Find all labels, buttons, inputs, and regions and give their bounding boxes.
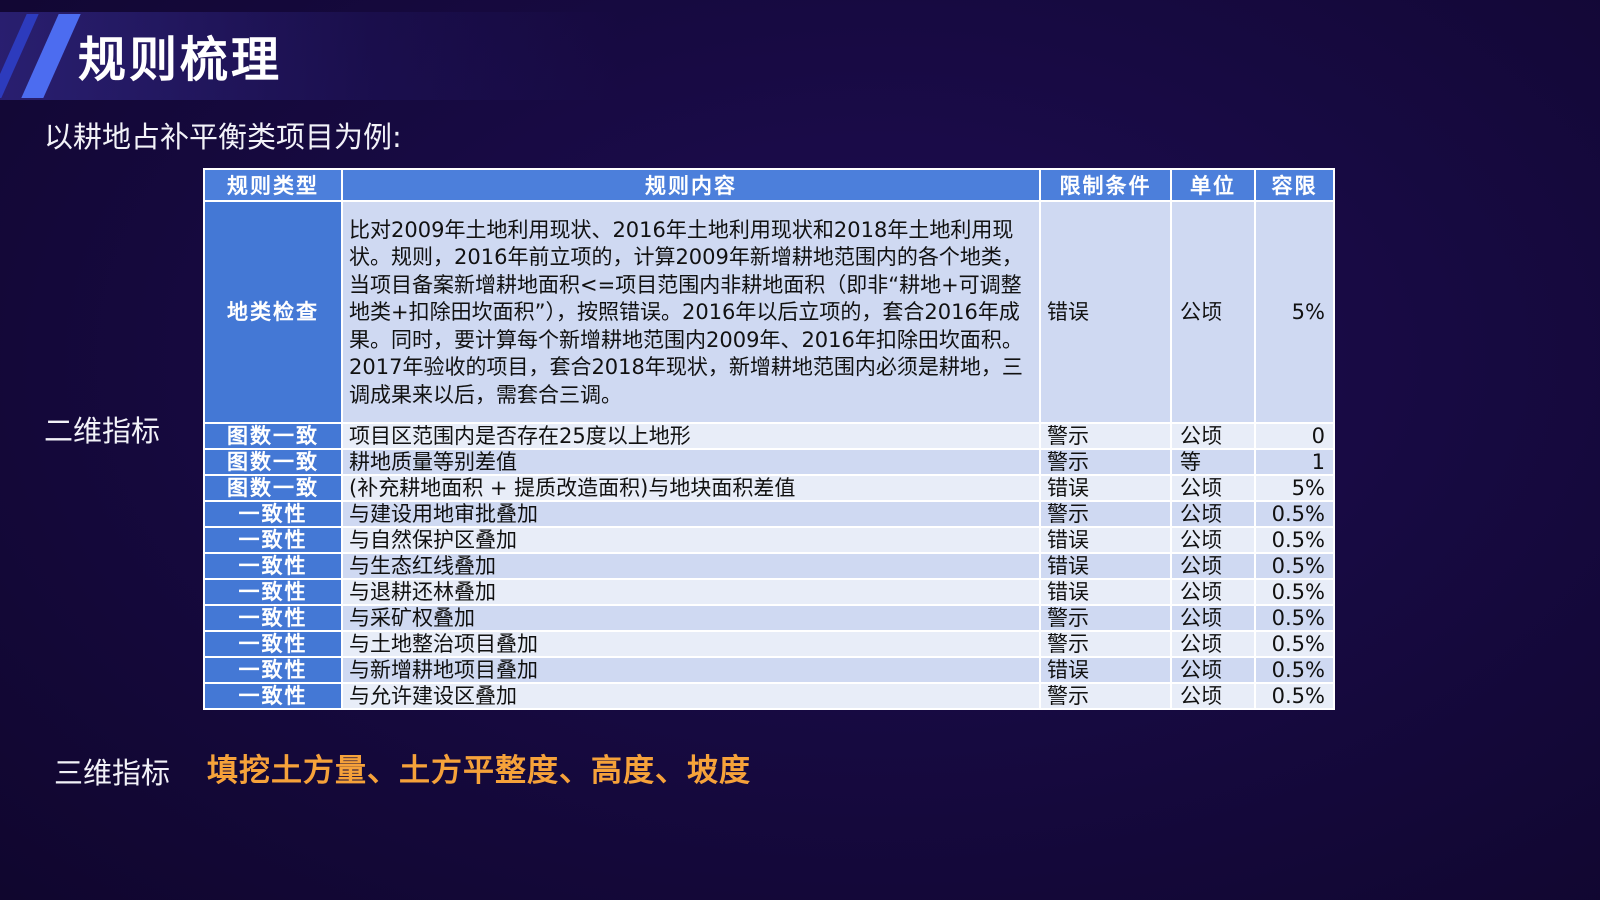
condition-cell: 警示: [1039, 448, 1172, 476]
header-tolerance: 容限: [1254, 168, 1335, 202]
table-header-row: 规则类型 规则内容 限制条件 单位 容限: [203, 168, 1335, 202]
rule-content-cell: 与新增耕地项目叠加: [341, 656, 1041, 684]
tolerance-cell: 0.5%: [1254, 500, 1335, 528]
condition-cell: 错误: [1039, 526, 1172, 554]
two-d-metrics-label: 二维指标: [44, 414, 161, 448]
table-row: 图数一致 项目区范围内是否存在25度以上地形 警示 公顷 0: [203, 422, 1335, 450]
rule-content-cell: (补充耕地面积 + 提质改造面积)与地块面积差值: [341, 474, 1041, 502]
table-row: 一致性 与允许建设区叠加 警示 公顷 0.5%: [203, 682, 1335, 710]
rule-type-cell: 地类检查: [203, 200, 343, 424]
page-title: 规则梳理: [78, 32, 283, 88]
rule-type-cell: 一致性: [203, 630, 343, 658]
condition-cell: 警示: [1039, 422, 1172, 450]
condition-cell: 错误: [1039, 200, 1172, 424]
table-row: 一致性 与采矿权叠加 警示 公顷 0.5%: [203, 604, 1335, 632]
unit-cell: 公顷: [1170, 500, 1256, 528]
rule-content-cell: 与采矿权叠加: [341, 604, 1041, 632]
tolerance-cell: 0.5%: [1254, 604, 1335, 632]
tolerance-cell: 0: [1254, 422, 1335, 450]
table-row: 一致性 与建设用地审批叠加 警示 公顷 0.5%: [203, 500, 1335, 528]
unit-cell: 公顷: [1170, 656, 1256, 684]
rule-type-cell: 图数一致: [203, 474, 343, 502]
table-row: 地类检查 比对2009年土地利用现状、2016年土地利用现状和2018年土地利用…: [203, 200, 1335, 424]
condition-cell: 错误: [1039, 552, 1172, 580]
rules-table: 规则类型 规则内容 限制条件 单位 容限 地类检查 比对2009年土地利用现状、…: [203, 168, 1335, 710]
table-row: 一致性 与退耕还林叠加 错误 公顷 0.5%: [203, 578, 1335, 606]
rule-content-cell: 耕地质量等别差值: [341, 448, 1041, 476]
condition-cell: 错误: [1039, 474, 1172, 502]
condition-cell: 错误: [1039, 656, 1172, 684]
header-rule-type: 规则类型: [203, 168, 343, 202]
rule-type-cell: 图数一致: [203, 422, 343, 450]
tolerance-cell: 0.5%: [1254, 656, 1335, 684]
unit-cell: 公顷: [1170, 422, 1256, 450]
rule-content-cell: 与自然保护区叠加: [341, 526, 1041, 554]
rule-type-cell: 一致性: [203, 552, 343, 580]
condition-cell: 错误: [1039, 578, 1172, 606]
three-d-metrics-list: 填挖土方量、土方平整度、高度、坡度: [207, 753, 751, 789]
table-row: 一致性 与新增耕地项目叠加 错误 公顷 0.5%: [203, 656, 1335, 684]
three-d-metrics-label: 三维指标: [54, 756, 171, 790]
rule-content-cell: 与土地整治项目叠加: [341, 630, 1041, 658]
rule-type-cell: 一致性: [203, 500, 343, 528]
tolerance-cell: 0.5%: [1254, 552, 1335, 580]
tolerance-cell: 0.5%: [1254, 526, 1335, 554]
unit-cell: 公顷: [1170, 200, 1256, 424]
tolerance-cell: 5%: [1254, 200, 1335, 424]
tolerance-cell: 0.5%: [1254, 630, 1335, 658]
unit-cell: 公顷: [1170, 474, 1256, 502]
unit-cell: 公顷: [1170, 630, 1256, 658]
unit-cell: 公顷: [1170, 578, 1256, 606]
tolerance-cell: 0.5%: [1254, 682, 1335, 710]
condition-cell: 警示: [1039, 630, 1172, 658]
table-row: 一致性 与土地整治项目叠加 警示 公顷 0.5%: [203, 630, 1335, 658]
header-condition: 限制条件: [1039, 168, 1172, 202]
condition-cell: 警示: [1039, 500, 1172, 528]
rule-type-cell: 一致性: [203, 604, 343, 632]
rule-type-cell: 一致性: [203, 578, 343, 606]
tolerance-cell: 1: [1254, 448, 1335, 476]
table-row: 图数一致 (补充耕地面积 + 提质改造面积)与地块面积差值 错误 公顷 5%: [203, 474, 1335, 502]
subtitle: 以耕地占补平衡类项目为例:: [44, 120, 402, 154]
header-rule-content: 规则内容: [341, 168, 1041, 202]
rule-type-cell: 一致性: [203, 526, 343, 554]
unit-cell: 等: [1170, 448, 1256, 476]
rule-type-cell: 一致性: [203, 656, 343, 684]
rule-content-cell: 项目区范围内是否存在25度以上地形: [341, 422, 1041, 450]
table-row: 一致性 与生态红线叠加 错误 公顷 0.5%: [203, 552, 1335, 580]
header-unit: 单位: [1170, 168, 1256, 202]
table-row: 一致性 与自然保护区叠加 错误 公顷 0.5%: [203, 526, 1335, 554]
unit-cell: 公顷: [1170, 682, 1256, 710]
rule-content-cell: 与退耕还林叠加: [341, 578, 1041, 606]
unit-cell: 公顷: [1170, 552, 1256, 580]
rule-content-cell: 与建设用地审批叠加: [341, 500, 1041, 528]
rule-type-cell: 一致性: [203, 682, 343, 710]
tolerance-cell: 5%: [1254, 474, 1335, 502]
table-row: 图数一致 耕地质量等别差值 警示 等 1: [203, 448, 1335, 476]
rule-content-cell: 比对2009年土地利用现状、2016年土地利用现状和2018年土地利用现状。规则…: [341, 200, 1041, 424]
rule-content-cell: 与生态红线叠加: [341, 552, 1041, 580]
condition-cell: 警示: [1039, 604, 1172, 632]
unit-cell: 公顷: [1170, 526, 1256, 554]
rule-content-cell: 与允许建设区叠加: [341, 682, 1041, 710]
unit-cell: 公顷: [1170, 604, 1256, 632]
condition-cell: 警示: [1039, 682, 1172, 710]
tolerance-cell: 0.5%: [1254, 578, 1335, 606]
rule-type-cell: 图数一致: [203, 448, 343, 476]
